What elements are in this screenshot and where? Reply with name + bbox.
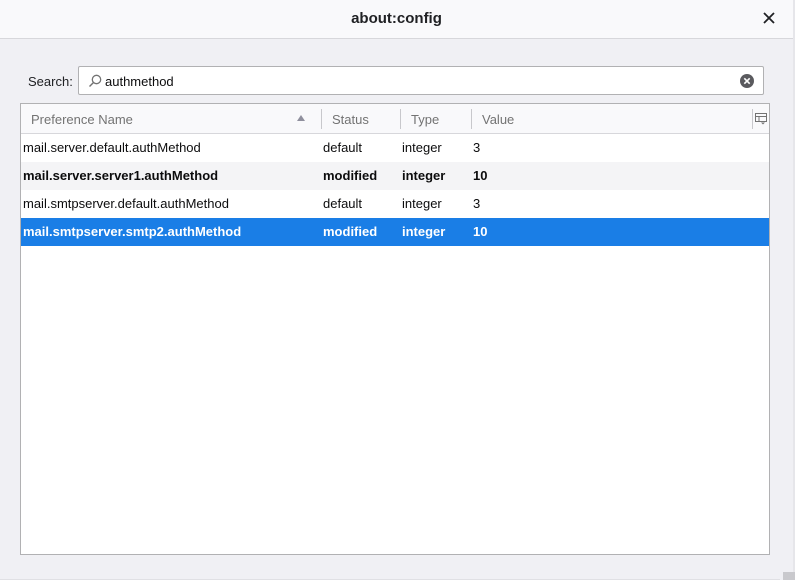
table-row[interactable]: mail.server.server1.authMethod modified …: [21, 162, 769, 190]
preferences-table[interactable]: Preference Name Status Type Value mail.s…: [20, 103, 770, 555]
pref-status: modified: [323, 168, 378, 183]
pref-status: default: [323, 196, 363, 211]
pref-name: mail.server.default.authMethod: [23, 140, 201, 155]
search-input[interactable]: [105, 71, 725, 91]
column-picker-button[interactable]: [752, 104, 769, 133]
column-picker-icon: [755, 113, 767, 125]
search-row: Search:: [28, 66, 766, 96]
window-title: about:config: [351, 10, 442, 27]
column-separator[interactable]: [400, 109, 401, 129]
pref-value: 10: [473, 224, 488, 239]
clear-search-icon[interactable]: [739, 73, 755, 89]
table-row[interactable]: mail.smtpserver.default.authMethod defau…: [21, 190, 769, 218]
search-box[interactable]: [78, 66, 764, 95]
pref-type: integer: [402, 140, 442, 155]
sort-ascending-icon: [297, 115, 305, 121]
pref-name: mail.smtpserver.default.authMethod: [23, 196, 229, 211]
search-icon: [89, 74, 102, 87]
table-row-selected[interactable]: mail.smtpserver.smtp2.authMethod modifie…: [21, 218, 769, 246]
column-header-status[interactable]: Status: [332, 104, 402, 133]
column-header-value[interactable]: Value: [482, 104, 742, 133]
pref-value: 3: [473, 140, 481, 155]
pref-name: mail.smtpserver.smtp2.authMethod: [23, 224, 242, 239]
column-header-type[interactable]: Type: [411, 104, 471, 133]
about-config-window: about:config Search: Preference Name: [0, 0, 795, 580]
pref-value: 10: [473, 168, 488, 183]
title-bar: about:config: [0, 0, 793, 39]
pref-value: 3: [473, 196, 481, 211]
table-row[interactable]: mail.server.default.authMethod default i…: [21, 134, 769, 162]
table-header: Preference Name Status Type Value: [21, 104, 769, 134]
pref-name: mail.server.server1.authMethod: [23, 168, 219, 183]
column-header-preference-name[interactable]: Preference Name: [31, 104, 321, 133]
column-separator[interactable]: [471, 109, 472, 129]
pref-status: modified: [323, 224, 378, 239]
close-button[interactable]: [759, 8, 779, 28]
pref-status: default: [323, 140, 363, 155]
pref-type: integer: [402, 224, 446, 239]
resize-grip[interactable]: [783, 572, 795, 580]
search-label: Search:: [28, 74, 73, 89]
pref-type: integer: [402, 196, 442, 211]
column-separator[interactable]: [321, 109, 322, 129]
pref-type: integer: [402, 168, 446, 183]
close-icon: [763, 12, 775, 24]
